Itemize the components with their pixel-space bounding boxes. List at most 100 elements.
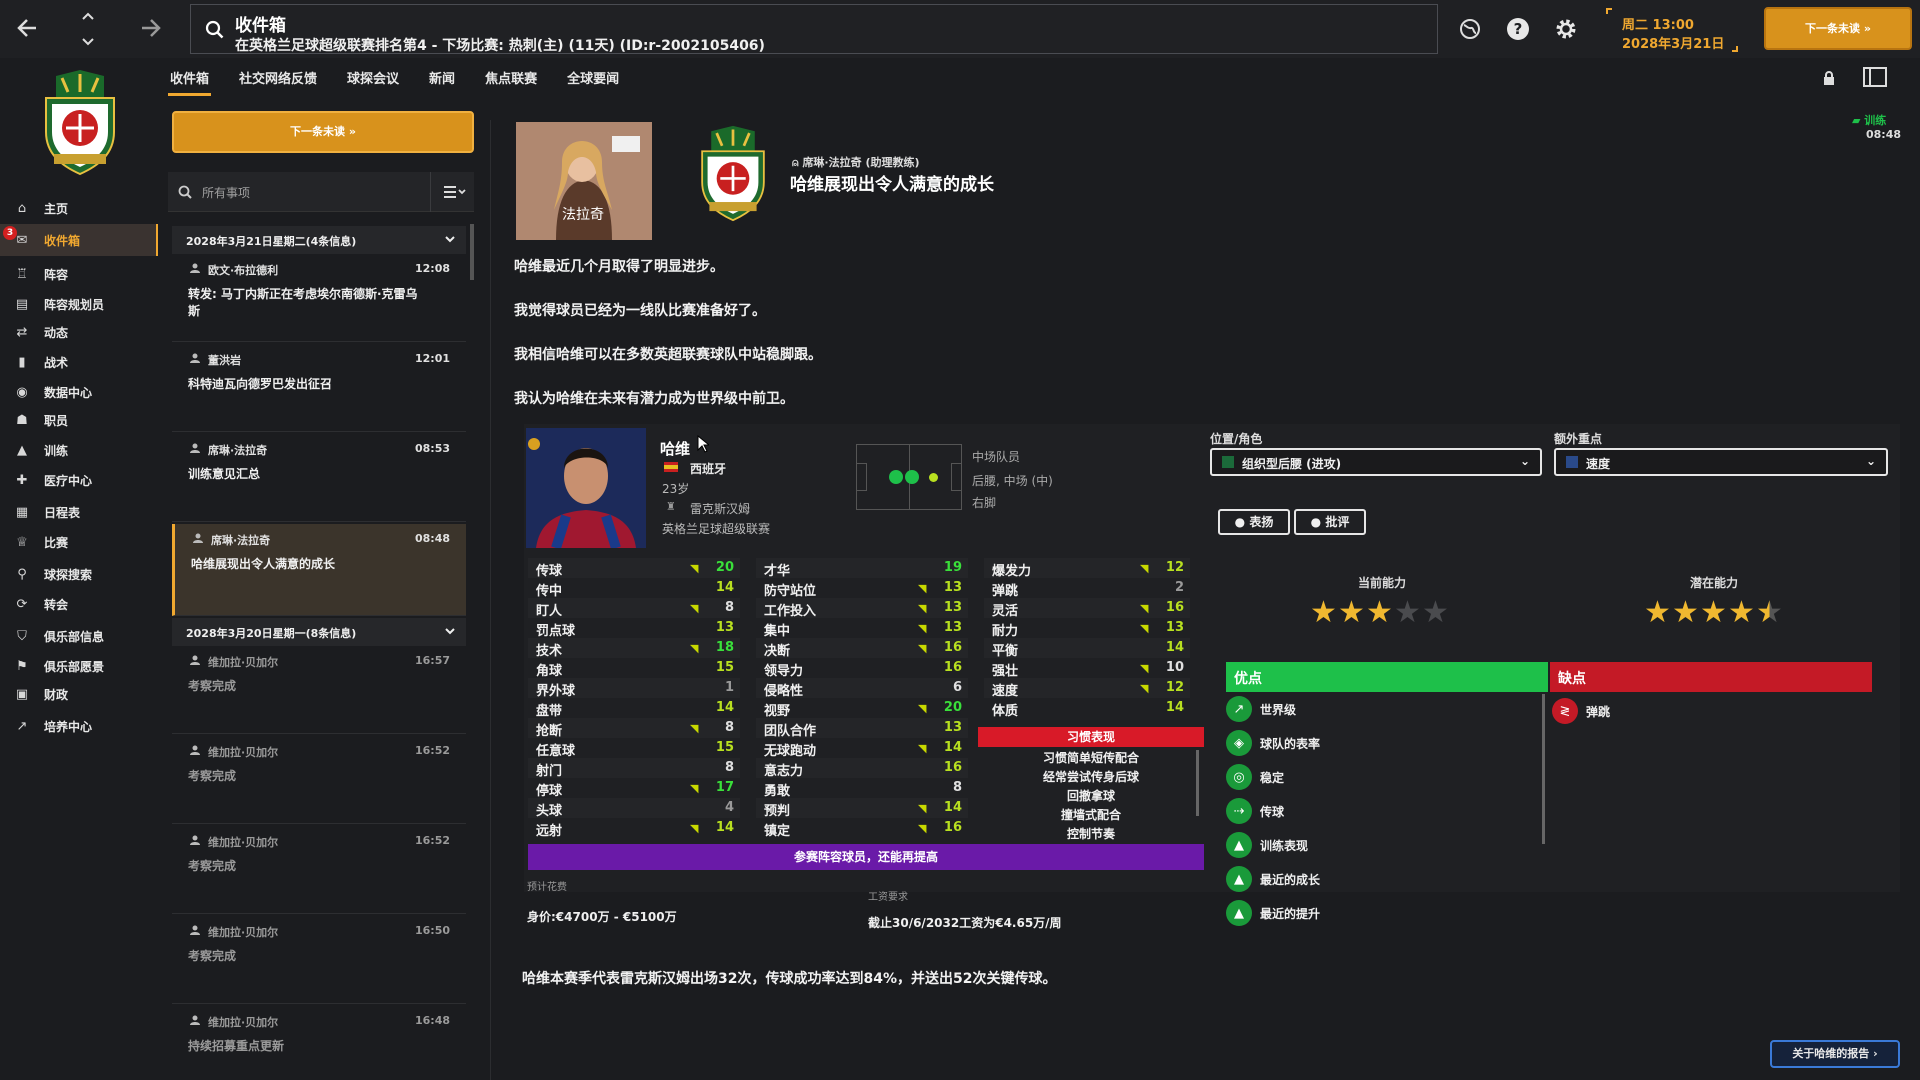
strength-item: ◎ 稳定 <box>1226 760 1284 794</box>
wage-label: 工资要求 <box>868 892 908 903</box>
inbox-message[interactable]: 维加拉·贝加尔 16:52 考察完成 <box>172 736 466 824</box>
attribute-value: 13 <box>715 620 734 635</box>
inbox-message[interactable]: 维加拉·贝加尔 16:48 持续招募重点更新 <box>172 1006 466 1080</box>
attribute-name: 技术 <box>536 644 563 659</box>
attribute-value: 8 <box>724 600 734 615</box>
sidebar-item[interactable]: ⇄ 动态 <box>0 316 158 348</box>
player-report-button[interactable]: 关于哈维的报告 › <box>1770 1040 1900 1068</box>
sidebar-item[interactable]: ♖ 阵容 <box>0 258 158 290</box>
attribute-row: 强壮 ◥ 10 <box>984 658 1190 679</box>
group-header-day2[interactable]: 2028年3月20日星期一(8条信息) <box>172 618 466 646</box>
inbox-subtabs: 收件箱 社交网络反馈 球探会议 新闻 焦点联赛 全球要闻 <box>168 64 647 96</box>
next-unread-button[interactable]: 下一条未读 » <box>172 111 474 153</box>
sidebar-item[interactable]: ✉ 收件箱 3 <box>0 224 158 256</box>
attribute-name: 界外球 <box>536 684 576 699</box>
star-icon: ★ <box>1310 595 1337 630</box>
vision-icon: ⚑ <box>16 658 28 674</box>
sidebar-item[interactable]: ☗ 职员 <box>0 404 158 436</box>
filter-menu-icon[interactable] <box>444 186 466 198</box>
attribute-value: 20 <box>943 700 962 715</box>
sidebar-item[interactable]: ♕ 比赛 <box>0 526 158 558</box>
attribute-row: 耐力 ◥ 13 <box>984 618 1190 639</box>
player-league[interactable]: 英格兰足球超级联赛 <box>662 520 770 537</box>
continue-button[interactable]: 下一条未读 » <box>1764 7 1912 50</box>
habit-item: 经常尝试传身后球 <box>1042 770 1139 784</box>
attribute-row: 抢断 ◥ 8 <box>528 718 740 739</box>
attribute-value: 8 <box>952 780 962 795</box>
sidebar-item[interactable]: ↗ 培养中心 <box>0 710 158 742</box>
message-subject: 考察完成 <box>188 679 237 693</box>
sidebar-item[interactable]: ▲ 训练 <box>0 434 158 466</box>
position-role-dropdown[interactable]: 组织型后腰 (进攻) ⌄ <box>1210 448 1542 476</box>
inbox-message[interactable]: 维加拉·贝加尔 16:50 考察完成 <box>172 916 466 1004</box>
attribute-value: 8 <box>724 720 734 735</box>
sidebar-item[interactable]: ✚ 医疗中心 <box>0 464 158 496</box>
chevron-down-icon[interactable] <box>80 36 96 48</box>
chevron-right-icon: › <box>1869 1047 1878 1060</box>
person-icon <box>190 835 200 845</box>
tab-global-news[interactable]: 全球要闻 <box>565 64 621 90</box>
layout-icon[interactable] <box>1862 66 1888 88</box>
inbox-message[interactable]: 董洪岩 12:01 科特迪瓦向德罗巴发出征召 <box>172 344 466 432</box>
sidebar-item-label: 数据中心 <box>44 385 93 400</box>
inbox-message[interactable]: 席琳·法拉奇 08:53 训练意见汇总 <box>172 434 466 522</box>
attribute-name: 弹跳 <box>992 584 1019 599</box>
improvement-arrow-icon: ◥ <box>690 822 699 835</box>
sidebar-item[interactable]: ⌂ 主页 <box>0 192 158 224</box>
inbox-message[interactable]: 欧文·布拉德利 12:08 转发: 马丁内斯正在考虑埃尔南德斯·克雷乌斯 <box>172 254 466 342</box>
attribute-value: 10 <box>1165 660 1184 675</box>
sidebar-item[interactable]: ⟳ 转会 <box>0 588 158 620</box>
attribute-name: 领导力 <box>764 664 804 679</box>
tactics-icon: ▮ <box>18 354 26 370</box>
extra-focus-dropdown[interactable]: 速度 ⌄ <box>1554 448 1888 476</box>
group-header-day1[interactable]: 2028年3月21日星期二(4条信息) <box>172 226 466 254</box>
player-club[interactable]: 雷克斯汉姆 <box>690 500 750 517</box>
globe-icon[interactable] <box>1458 17 1482 41</box>
inbox-filter[interactable]: 所有事项 <box>168 172 474 212</box>
forward-arrow-icon[interactable] <box>136 14 164 42</box>
inbox-message[interactable]: 维加拉·贝加尔 16:52 考察完成 <box>172 826 466 914</box>
shirt-icon: ♖ <box>16 266 28 282</box>
inbox-scrollbar[interactable] <box>470 224 474 280</box>
header-search-box[interactable]: 收件箱 在英格兰足球超级联赛排名第4 - 下场比赛: 热刺(主) (11天) (… <box>190 4 1438 54</box>
current-ability-label: 当前能力 <box>1358 576 1407 590</box>
inbox-message[interactable]: 席琳·法拉奇 08:48 哈维展现出令人满意的成长 <box>172 524 466 616</box>
habits-scrollbar[interactable] <box>1196 750 1199 816</box>
sidebar-item[interactable]: ⚲ 球探搜索 <box>0 558 158 590</box>
sidebar-item-label: 比赛 <box>44 535 69 550</box>
chevron-up-icon[interactable] <box>80 10 96 22</box>
person-icon <box>190 1015 200 1025</box>
gear-icon[interactable] <box>1554 17 1578 41</box>
sidebar-item[interactable]: ⛉ 俱乐部信息 <box>0 620 158 652</box>
player-name[interactable]: 哈维 <box>660 438 690 459</box>
inbox-message[interactable]: 维加拉·贝加尔 16:57 考察完成 <box>172 646 466 734</box>
star-icon: ★ <box>1338 595 1365 630</box>
sidebar-item[interactable]: ▣ 财政 <box>0 678 158 710</box>
message-subject: 哈维展现出令人满意的成长 <box>191 557 336 571</box>
criticize-button[interactable]: ● 批评 <box>1294 509 1366 535</box>
attribute-name: 无球跑动 <box>764 744 817 759</box>
help-icon[interactable]: ? <box>1506 17 1530 41</box>
strength-item: ▲ 最近的提升 <box>1226 896 1320 930</box>
position-role-value: 组织型后腰 (进攻) <box>1242 457 1342 471</box>
star-icon: ★ <box>1644 595 1671 630</box>
attribute-name: 头球 <box>536 804 563 819</box>
back-arrow-icon[interactable] <box>14 14 42 42</box>
tab-social-feedback[interactable]: 社交网络反馈 <box>237 64 319 90</box>
message-sender: 席琳·法拉奇 <box>211 534 271 547</box>
tab-scout-meeting[interactable]: 球探会议 <box>345 64 401 90</box>
strengths-scrollbar[interactable] <box>1542 694 1545 844</box>
tab-focus-league[interactable]: 焦点联赛 <box>483 64 539 90</box>
attribute-name: 强壮 <box>992 664 1019 679</box>
attribute-row: 决断 ◥ 16 <box>756 638 968 659</box>
tab-news[interactable]: 新闻 <box>427 64 457 90</box>
focus-swatch <box>1566 456 1578 468</box>
sidebar-item[interactable]: ▮ 战术 <box>0 346 158 378</box>
attribute-value: 16 <box>1165 600 1184 615</box>
lock-icon[interactable] <box>1822 70 1836 86</box>
sidebar-item[interactable]: ▦ 日程表 <box>0 496 158 528</box>
player-photo[interactable] <box>526 428 646 548</box>
praise-button[interactable]: ● 表扬 <box>1218 509 1290 535</box>
tab-inbox[interactable]: 收件箱 <box>168 64 212 96</box>
staff-icon: ☗ <box>16 412 28 428</box>
